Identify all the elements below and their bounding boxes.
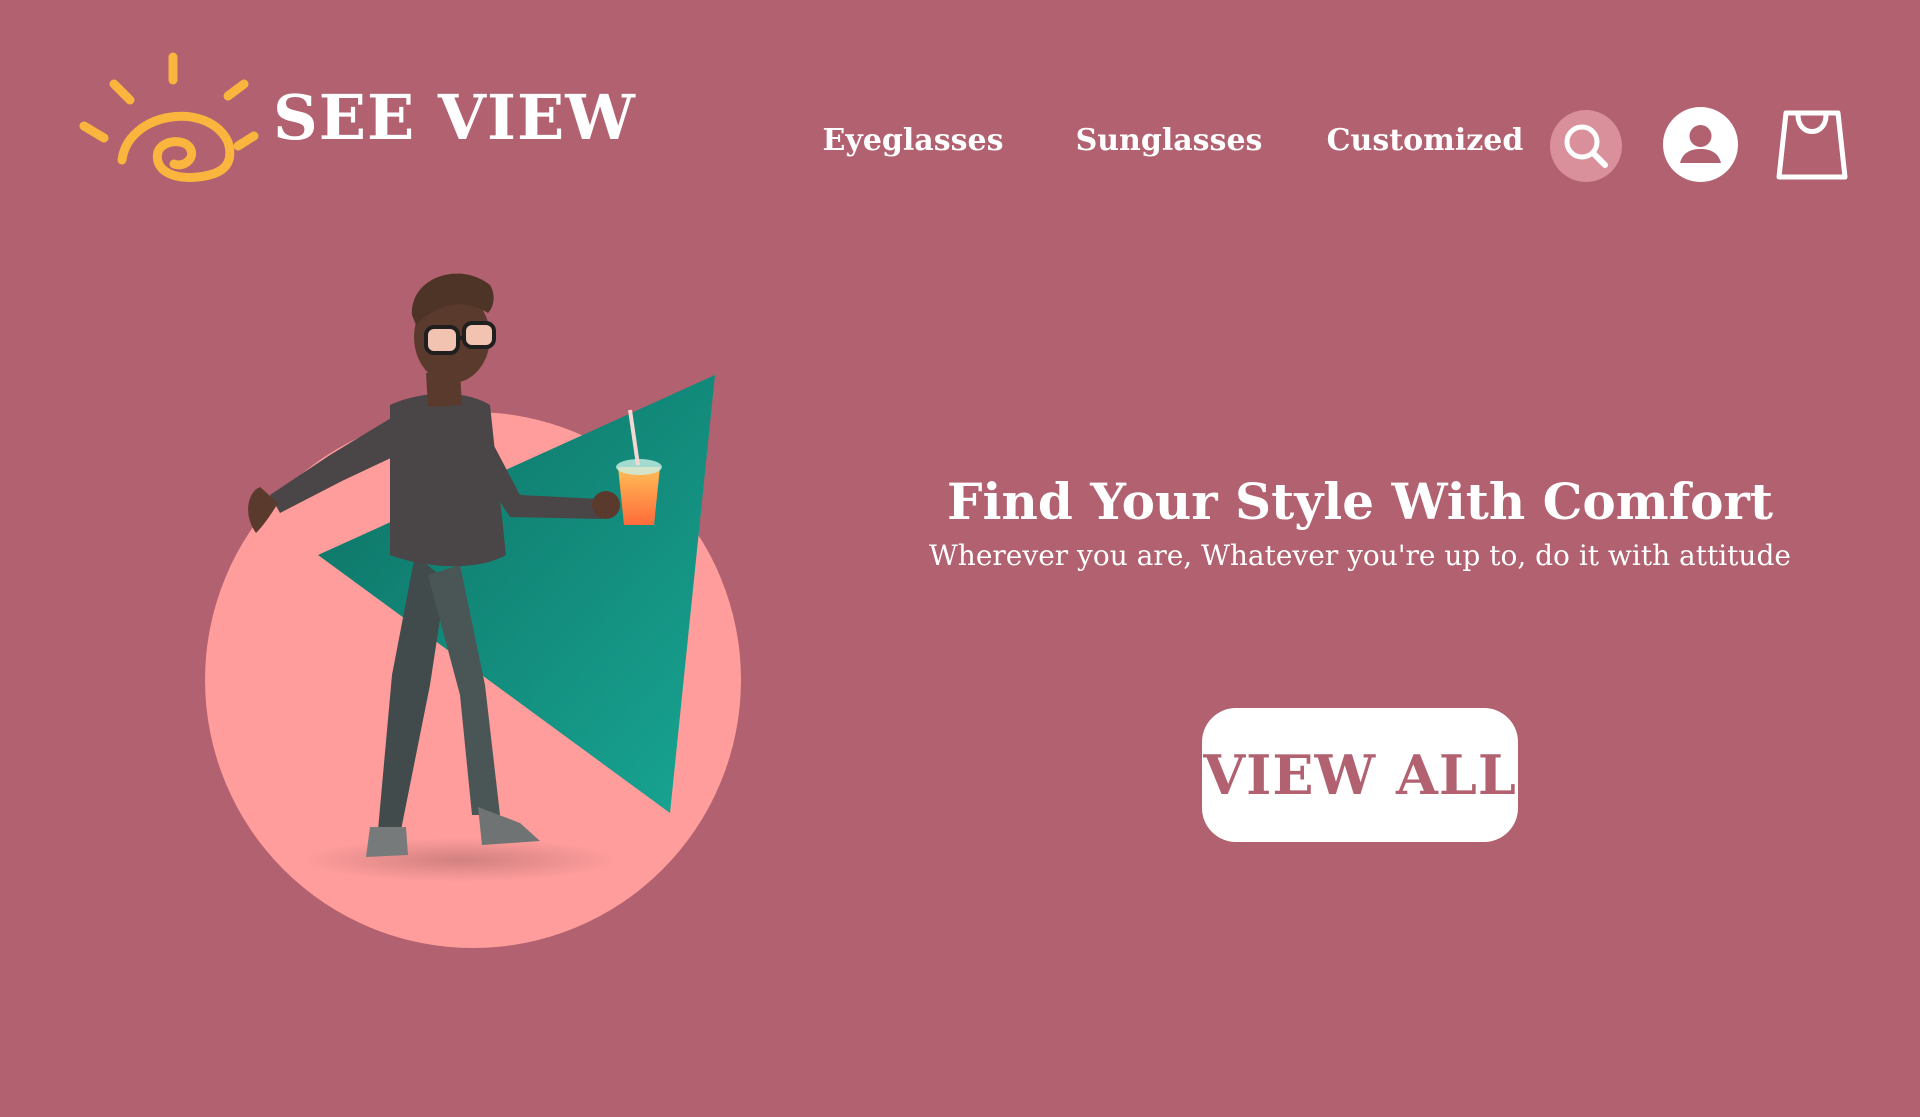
- view-all-button[interactable]: VIEW ALL: [1202, 708, 1518, 842]
- search-button[interactable]: [1550, 110, 1622, 182]
- search-icon: [1564, 124, 1608, 168]
- sun-eye-logo-icon: [79, 52, 259, 182]
- account-button[interactable]: [1663, 107, 1738, 182]
- shopping-bag-icon: [1776, 110, 1848, 180]
- nav-item-customized[interactable]: Customized: [1297, 118, 1553, 164]
- main-nav: Eyeglasses Sunglasses Customized: [785, 118, 1553, 164]
- hero-title: Find Your Style With Comfort: [947, 472, 1773, 531]
- nav-item-sunglasses[interactable]: Sunglasses: [1041, 118, 1297, 164]
- hero-copy: Find Your Style With Comfort Wherever yo…: [900, 470, 1820, 576]
- user-icon: [1680, 125, 1721, 163]
- nav-item-eyeglasses[interactable]: Eyeglasses: [785, 118, 1041, 164]
- brand-name: SEE VIEW: [273, 80, 636, 154]
- logo-link[interactable]: SEE VIEW: [78, 52, 636, 182]
- hero-subtitle: Wherever you are, Whatever you're up to,…: [929, 539, 1791, 572]
- site-header: SEE VIEW Eyeglasses Sunglasses Customize…: [0, 0, 1920, 220]
- man-with-glasses-and-drink-illustration: [205, 273, 741, 948]
- cart-button[interactable]: [1776, 107, 1848, 183]
